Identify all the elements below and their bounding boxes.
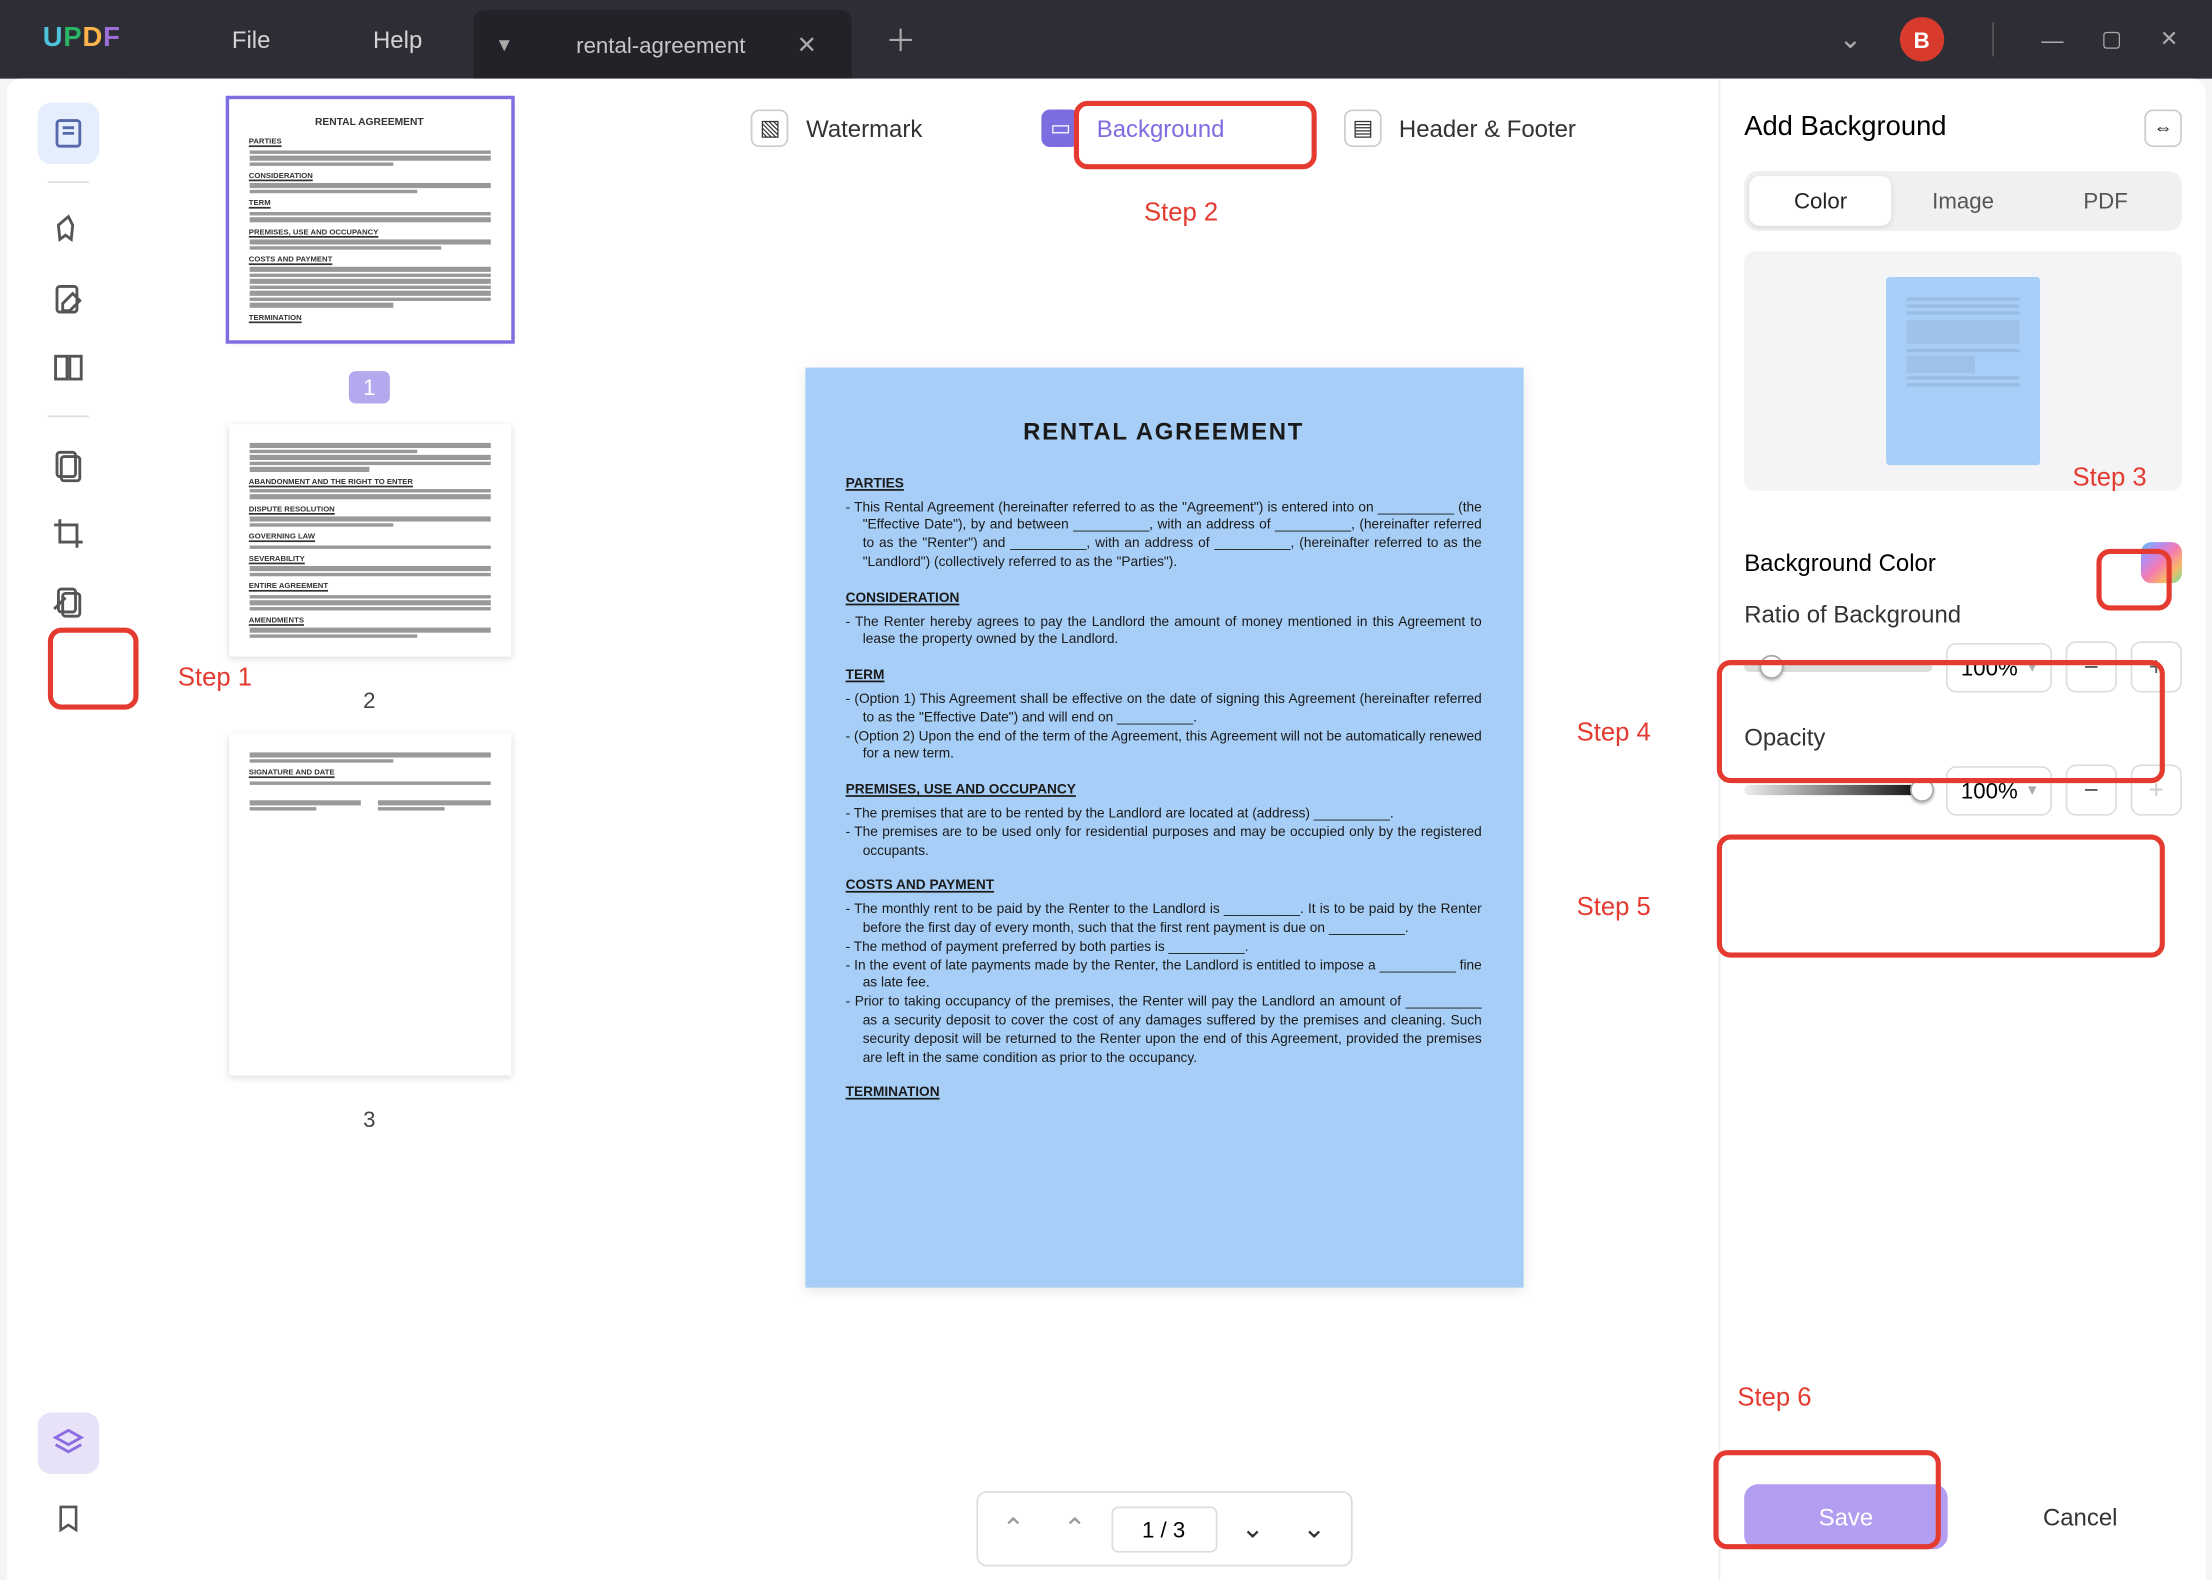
document-tab[interactable]: ▾ rental-agreement ✕ — [474, 10, 851, 78]
edit-icon[interactable] — [38, 268, 100, 330]
ratio-label: Ratio of Background — [1744, 600, 2182, 627]
layers-icon[interactable] — [38, 1412, 100, 1474]
bg-type-segment: Color Image PDF — [1744, 171, 2182, 231]
menu-file[interactable]: File — [232, 26, 271, 53]
cancel-button[interactable]: Cancel — [1978, 1484, 2181, 1549]
reader-icon[interactable] — [38, 103, 100, 165]
comment-icon[interactable] — [38, 200, 100, 262]
tab-dropdown-icon[interactable]: ▾ — [484, 31, 525, 58]
thumb-label-2: 2 — [363, 688, 375, 714]
seg-pdf[interactable]: PDF — [2034, 176, 2176, 226]
expand-icon[interactable]: ⇔ — [2144, 109, 2182, 147]
thumbnail-2[interactable]: ABANDONMENT AND THE RIGHT TO ENTER DISPU… — [228, 424, 510, 657]
center-area: ▧ Watermark ▭ Background ▤ Header & Foot… — [609, 79, 1719, 1580]
close-button[interactable]: ✕ — [2160, 26, 2179, 53]
bgcolor-label: Background Color — [1744, 549, 1936, 576]
bg-preview — [1744, 251, 2182, 490]
page-input[interactable]: 1 / 3 — [1111, 1506, 1217, 1552]
titlebar: UPDF File Help ▾ rental-agreement ✕ ＋ ⌄ … — [0, 0, 2212, 79]
app-logo: UPDF — [0, 24, 163, 55]
first-page-button[interactable]: ⌃ — [988, 1503, 1039, 1554]
tab-background[interactable]: ▭ Background — [1025, 99, 1242, 157]
prev-page-button[interactable]: ⌃ — [1049, 1503, 1100, 1554]
tab-header-footer[interactable]: ▤ Header & Footer — [1327, 99, 1593, 157]
save-button[interactable]: Save — [1744, 1484, 1947, 1549]
redact-icon[interactable] — [38, 434, 100, 496]
tab-title: rental-agreement — [576, 32, 745, 58]
background-icon: ▭ — [1042, 109, 1080, 147]
page-preview: RENTAL AGREEMENT PARTIES This Rental Agr… — [805, 368, 1523, 1288]
page-tools-icon[interactable] — [38, 571, 100, 633]
ratio-slider[interactable] — [1744, 662, 1932, 672]
right-panel: Add Background ⇔ Color Image PDF Backgro… — [1719, 79, 2206, 1580]
ratio-minus[interactable]: − — [2066, 641, 2117, 692]
chevron-down-icon[interactable]: ⌄ — [1839, 22, 1862, 56]
tool-tabs: ▧ Watermark ▭ Background ▤ Header & Foot… — [609, 79, 1719, 178]
seg-image[interactable]: Image — [1892, 176, 2034, 226]
ratio-value[interactable]: 100%▾ — [1945, 642, 2052, 692]
menu-help[interactable]: Help — [373, 26, 422, 53]
next-page-button[interactable]: ⌄ — [1227, 1503, 1278, 1554]
ratio-plus[interactable]: + — [2131, 641, 2182, 692]
new-tab-button[interactable]: ＋ — [885, 17, 916, 61]
close-icon[interactable]: ✕ — [797, 30, 817, 59]
panel-title: Add Background — [1744, 113, 1946, 144]
watermark-icon: ▧ — [751, 109, 789, 147]
organize-icon[interactable] — [38, 337, 100, 399]
seg-color[interactable]: Color — [1749, 176, 1891, 226]
pager: ⌃ ⌃ 1 / 3 ⌄ ⌄ — [976, 1491, 1352, 1566]
thumbnail-panel: RENTAL AGREEMENT PARTIES CONSIDERATION T… — [130, 79, 609, 1580]
opacity-minus[interactable]: − — [2066, 764, 2117, 815]
thumb-label-3: 3 — [363, 1107, 375, 1133]
opacity-slider[interactable] — [1744, 785, 1932, 795]
user-avatar[interactable]: B — [1899, 17, 1943, 61]
crop-icon[interactable] — [38, 503, 100, 565]
headerfooter-icon: ▤ — [1344, 109, 1382, 147]
tab-watermark[interactable]: ▧ Watermark — [734, 99, 939, 157]
last-page-button[interactable]: ⌄ — [1288, 1503, 1339, 1554]
bookmark-icon[interactable] — [38, 1488, 100, 1550]
thumb-label-1: 1 — [349, 371, 389, 403]
opacity-value[interactable]: 100%▾ — [1945, 765, 2052, 815]
thumbnail-1[interactable]: RENTAL AGREEMENT PARTIES CONSIDERATION T… — [228, 99, 510, 340]
thumbnail-3[interactable]: SIGNATURE AND DATE — [228, 734, 510, 1076]
maximize-button[interactable]: ▢ — [2101, 26, 2122, 53]
opacity-label: Opacity — [1744, 723, 2182, 750]
opacity-plus[interactable]: + — [2131, 764, 2182, 815]
left-toolbar — [7, 79, 130, 1580]
color-picker-button[interactable] — [2141, 542, 2182, 583]
minimize-button[interactable]: ― — [2041, 27, 2063, 53]
doc-title: RENTAL AGREEMENT — [846, 416, 1482, 448]
